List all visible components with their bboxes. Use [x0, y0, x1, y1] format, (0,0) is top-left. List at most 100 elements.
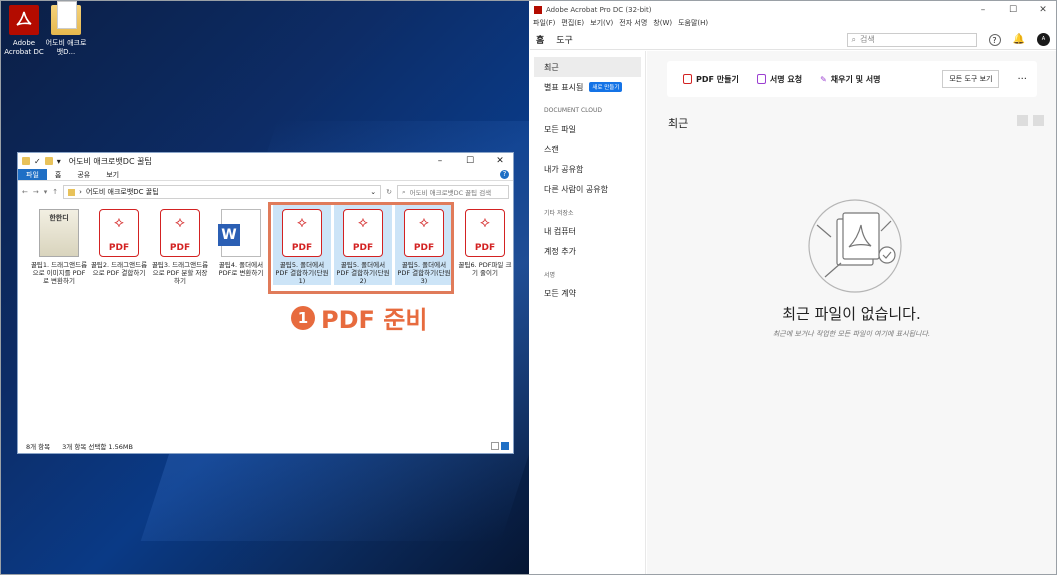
step-callout: 1 PDF 준비 — [291, 300, 427, 335]
search-placeholder: 검색 — [860, 35, 875, 44]
close-button[interactable]: ✕ — [1030, 5, 1056, 15]
see-all-tools-button[interactable]: 모든 도구 보기 — [942, 70, 1000, 88]
desktop-icon-folder[interactable]: 어도비 애크로뱃D... — [43, 1, 89, 57]
acrobat-window: Adobe Acrobat Pro DC (32-bit) – ☐ ✕ 파일(F… — [530, 1, 1056, 574]
desktop-icon-acrobat[interactable]: Adobe Acrobat DC — [1, 5, 47, 57]
sidebar-item-recent[interactable]: 최근 — [534, 57, 641, 77]
more-options-button[interactable]: ··· — [1017, 74, 1027, 85]
large-icons-view-icon[interactable] — [501, 442, 509, 450]
minimize-button[interactable]: – — [970, 5, 996, 15]
address-bar[interactable]: › 어도비 애크로뱃DC 꿀팁 ⌄ — [63, 185, 382, 199]
create-pdf-button[interactable]: PDF 만들기 — [683, 74, 739, 85]
section-document-cloud: DOCUMENT CLOUD — [544, 106, 603, 114]
close-button[interactable]: ✕ — [487, 156, 513, 166]
explorer-statusbar: 8개 항목 3개 항목 선택함 1.56MB — [18, 439, 513, 453]
menu-help[interactable]: 도움말(H) — [678, 18, 708, 30]
menu-view[interactable]: 보기(V) — [590, 18, 613, 30]
menu-esign[interactable]: 전자 서명 — [619, 18, 647, 30]
file-explorer-window: ✓ ▾ 어도비 애크로뱃DC 꿀팁 – ☐ ✕ 파일 홈 공유 보기 ? ← →… — [17, 152, 514, 454]
sidebar-item-all-files[interactable]: 모든 파일 — [530, 119, 645, 139]
sidebar-item-shared-by-me[interactable]: 내가 공유함 — [530, 159, 645, 179]
explorer-search-input[interactable]: ⌕ 어도비 애크로뱃DC 꿀팁 검색 — [397, 185, 509, 199]
tab-view[interactable]: 보기 — [98, 169, 127, 180]
step-number: 1 — [291, 305, 315, 330]
file-name: 꿀팁4. 폴더에서 PDF로 변환하기 — [218, 261, 264, 277]
details-view-icon[interactable] — [491, 442, 499, 450]
pdf-file-icon: ⟡ PDF — [160, 209, 200, 257]
acrobat-search-input[interactable]: ⌕ 검색 — [846, 32, 977, 47]
sidebar-item-add-account[interactable]: 계정 추가 — [530, 241, 645, 261]
maximize-button[interactable]: ☐ — [1000, 5, 1026, 15]
file-item[interactable]: ⟡ PDF 꿀팁2. 드래그앤드롭으로 PDF 결합하기 — [90, 205, 148, 277]
acrobat-title: Adobe Acrobat Pro DC (32-bit) — [546, 5, 652, 14]
acrobat-titlebar: Adobe Acrobat Pro DC (32-bit) – ☐ ✕ — [530, 1, 1056, 18]
request-signature-icon — [756, 74, 766, 84]
back-icon[interactable]: ← — [22, 188, 28, 196]
dropdown-icon[interactable]: ▾ — [57, 157, 61, 166]
tab-home[interactable]: 홈 — [47, 169, 69, 180]
up-icon[interactable]: ↑ — [52, 188, 58, 196]
list-view-icon[interactable] — [1017, 115, 1028, 126]
file-item[interactable]: W 꿀팁4. 폴더에서 PDF로 변환하기 — [212, 205, 270, 277]
folder-icon — [51, 1, 81, 35]
explorer-titlebar: ✓ ▾ 어도비 애크로뱃DC 꿀팁 – ☐ ✕ — [18, 153, 513, 169]
view-toggle — [1017, 115, 1044, 126]
request-signature-button[interactable]: 서명 요청 — [756, 74, 802, 85]
minimize-button[interactable]: – — [427, 156, 453, 166]
new-badge: 새로 만들기 — [589, 82, 623, 92]
address-dropdown-icon[interactable]: ⌄ — [370, 188, 376, 196]
help-icon[interactable]: ? — [988, 33, 1001, 46]
desktop-icon-label: Adobe Acrobat DC — [4, 39, 44, 56]
file-name: 꿀팁1. 드래그앤드롭으로 이미지를 PDF로 변환하기 — [30, 261, 88, 285]
sidebar-item-scan[interactable]: 스캔 — [530, 139, 645, 159]
maximize-button[interactable]: ☐ — [457, 156, 483, 166]
help-icon[interactable]: ? — [500, 170, 509, 179]
chevron-right-icon: › — [79, 188, 82, 196]
empty-state-subtitle: 최근에 보거나 작업한 모든 파일이 여기에 표시됩니다. — [772, 330, 931, 338]
recent-dropdown-icon[interactable]: ▾ — [44, 188, 48, 196]
create-pdf-icon — [683, 74, 692, 84]
search-icon: ⌕ — [402, 187, 406, 196]
view-toggle — [491, 442, 509, 450]
refresh-icon[interactable]: ↻ — [386, 188, 392, 196]
folder-icon — [22, 157, 30, 165]
section-other-storage: 기타 저장소 — [544, 209, 574, 217]
tab-tools[interactable]: 도구 — [556, 33, 573, 46]
search-icon: ⌕ — [851, 34, 857, 44]
file-name: 꿀팁2. 드래그앤드롭으로 PDF 결합하기 — [90, 261, 148, 277]
acrobat-main: PDF 만들기 서명 요청 ✎ 채우기 및 서명 모든 도구 보기 ··· 최근 — [647, 51, 1056, 574]
file-item[interactable]: ⟡ PDF 꿀팁6. PDF파일 크기 줄이기 — [456, 205, 514, 277]
pen-icon: ✎ — [820, 74, 827, 84]
tab-share[interactable]: 공유 — [69, 169, 98, 180]
grid-view-icon[interactable] — [1033, 115, 1044, 126]
menu-file[interactable]: 파일(F) — [533, 18, 555, 30]
tab-home[interactable]: 홈 — [536, 33, 544, 46]
file-item[interactable]: ⟡ PDF 꿀팁3. 드래그앤드롭으로 PDF 분할 저장하기 — [151, 205, 209, 285]
forward-icon[interactable]: → — [33, 188, 39, 196]
sidebar-item-my-computer[interactable]: 내 컴퓨터 — [530, 221, 645, 241]
sidebar-item-shared-by-others[interactable]: 다른 사람이 공유함 — [530, 179, 645, 199]
file-item[interactable]: 한한디 꿀팁1. 드래그앤드롭으로 이미지를 PDF로 변환하기 — [30, 205, 88, 285]
file-name: 꿀팁3. 드래그앤드롭으로 PDF 분할 저장하기 — [151, 261, 209, 285]
address-text: 어도비 애크로뱃DC 꿀팁 — [85, 188, 159, 196]
empty-state-title: 최근 파일이 없습니다. — [782, 305, 921, 323]
selection-highlight-box — [268, 202, 454, 294]
sidebar-item-all-agreements[interactable]: 모든 계약 — [530, 283, 645, 303]
word-file-icon: W — [218, 209, 261, 257]
desktop-icon-label: 어도비 애크로뱃D... — [45, 39, 87, 56]
quick-tools-bar: PDF 만들기 서명 요청 ✎ 채우기 및 서명 모든 도구 보기 ··· — [667, 61, 1037, 97]
pdf-file-icon: ⟡ PDF — [465, 209, 505, 257]
empty-documents-illustration — [808, 199, 902, 293]
acrobat-logo-icon — [534, 5, 542, 14]
avatar[interactable]: A — [1037, 33, 1050, 46]
fill-and-sign-button[interactable]: ✎ 채우기 및 서명 — [820, 74, 880, 85]
menu-edit[interactable]: 편집(E) — [561, 18, 584, 30]
section-signatures: 서명 — [544, 271, 556, 279]
explorer-address-row: ← → ▾ ↑ › 어도비 애크로뱃DC 꿀팁 ⌄ ↻ ⌕ 어도비 애크로뱃DC… — [18, 181, 513, 203]
quick-access-check-icon[interactable]: ✓ — [34, 157, 41, 166]
notification-bell-icon[interactable]: 🔔 — [1013, 34, 1025, 45]
sidebar-item-starred[interactable]: 별표 표시됨 새로 만들기 — [530, 77, 645, 97]
tab-file[interactable]: 파일 — [18, 169, 47, 180]
recent-heading: 최근 — [668, 117, 689, 130]
menu-window[interactable]: 창(W) — [653, 18, 672, 30]
